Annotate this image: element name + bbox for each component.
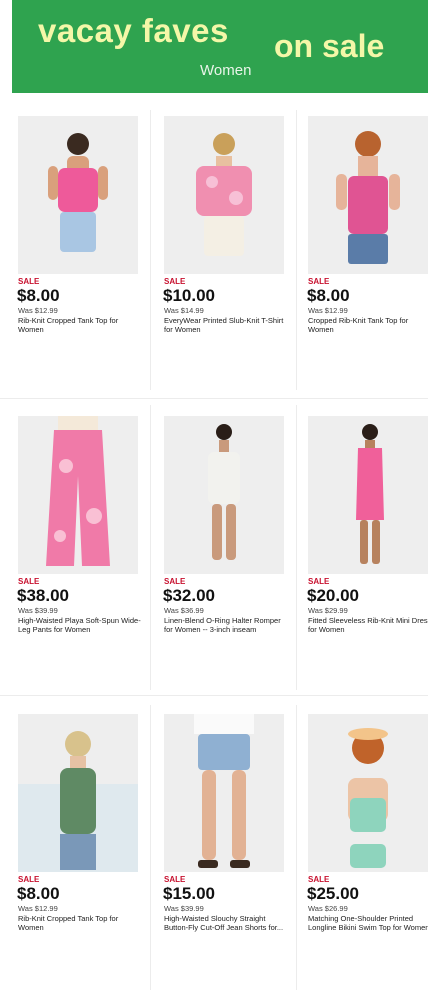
product-card[interactable]: SALE $32.00 Was $36.99 Linen-Blend O-Rin…	[158, 410, 296, 670]
original-price: Was $14.99	[164, 306, 204, 315]
product-price: $15.00	[163, 884, 215, 903]
product-card[interactable]: SALE $15.00 Was $39.99 High-Waisted Slou…	[158, 708, 296, 968]
product-card[interactable]: SALE $8.00 Was $12.99 Cropped Rib-Knit T…	[302, 110, 428, 370]
column-divider	[296, 705, 297, 990]
product-card[interactable]: SALE $10.00 Was $14.99 EveryWear Printed…	[158, 110, 296, 370]
sale-label: SALE	[308, 277, 330, 286]
original-price: Was $29.99	[308, 606, 348, 615]
row-divider	[0, 695, 428, 696]
product-price: $8.00	[17, 884, 60, 903]
product-image[interactable]	[164, 416, 284, 574]
product-name[interactable]: Rib-Knit Cropped Tank Top for Women	[18, 316, 144, 334]
product-price: $8.00	[17, 286, 60, 305]
column-divider	[296, 110, 297, 390]
product-card[interactable]: SALE $38.00 Was $39.99 High-Waisted Play…	[12, 410, 150, 670]
product-price: $20.00	[307, 586, 359, 605]
product-card[interactable]: SALE $8.00 Was $12.99 Rib-Knit Cropped T…	[12, 110, 150, 370]
product-name[interactable]: Matching One-Shoulder Printed Longline B…	[308, 914, 428, 932]
original-price: Was $36.99	[164, 606, 204, 615]
product-image[interactable]	[164, 714, 284, 872]
product-name[interactable]: Linen-Blend O-Ring Halter Romper for Wom…	[164, 616, 290, 634]
column-divider	[150, 705, 151, 990]
product-name[interactable]: High-Waisted Slouchy Straight Button-Fly…	[164, 914, 290, 932]
product-image[interactable]	[164, 116, 284, 274]
sale-label: SALE	[18, 577, 40, 586]
product-image[interactable]	[18, 416, 138, 574]
product-price: $10.00	[163, 286, 215, 305]
product-image[interactable]	[18, 714, 138, 872]
product-price: $38.00	[17, 586, 69, 605]
product-card[interactable]: SALE $8.00 Was $12.99 Rib-Knit Cropped T…	[12, 708, 150, 968]
column-divider	[296, 405, 297, 690]
product-image[interactable]	[308, 416, 428, 574]
column-divider	[150, 110, 151, 390]
product-name[interactable]: High-Waisted Playa Soft-Spun Wide-Leg Pa…	[18, 616, 144, 634]
row-divider	[0, 398, 428, 399]
sale-label: SALE	[164, 875, 186, 884]
original-price: Was $39.99	[164, 904, 204, 913]
banner-subtitle: Women	[200, 62, 252, 79]
product-card[interactable]: SALE $20.00 Was $29.99 Fitted Sleeveless…	[302, 410, 428, 670]
product-price: $25.00	[307, 884, 359, 903]
product-image[interactable]	[308, 116, 428, 274]
product-name[interactable]: EveryWear Printed Slub-Knit T-Shirt for …	[164, 316, 290, 334]
sale-label: SALE	[308, 875, 330, 884]
banner-title-right: on sale	[274, 28, 385, 64]
sale-label: SALE	[164, 577, 186, 586]
product-price: $8.00	[307, 286, 350, 305]
product-name[interactable]: Rib-Knit Cropped Tank Top for Women	[18, 914, 144, 932]
original-price: Was $12.99	[18, 306, 58, 315]
product-image[interactable]	[18, 116, 138, 274]
original-price: Was $12.99	[308, 306, 348, 315]
sale-label: SALE	[164, 277, 186, 286]
product-name[interactable]: Fitted Sleeveless Rib-Knit Mini Dress fo…	[308, 616, 428, 634]
sale-label: SALE	[18, 277, 40, 286]
banner-title-left: vacay faves	[38, 12, 229, 49]
original-price: Was $39.99	[18, 606, 58, 615]
product-image[interactable]	[308, 714, 428, 872]
column-divider	[150, 405, 151, 690]
sale-label: SALE	[18, 875, 40, 884]
product-price: $32.00	[163, 586, 215, 605]
promo-banner[interactable]: vacay faves on sale Women	[12, 0, 428, 93]
product-name[interactable]: Cropped Rib-Knit Tank Top for Women	[308, 316, 428, 334]
product-card[interactable]: SALE $25.00 Was $26.99 Matching One-Shou…	[302, 708, 428, 968]
original-price: Was $12.99	[18, 904, 58, 913]
original-price: Was $26.99	[308, 904, 348, 913]
sale-label: SALE	[308, 577, 330, 586]
